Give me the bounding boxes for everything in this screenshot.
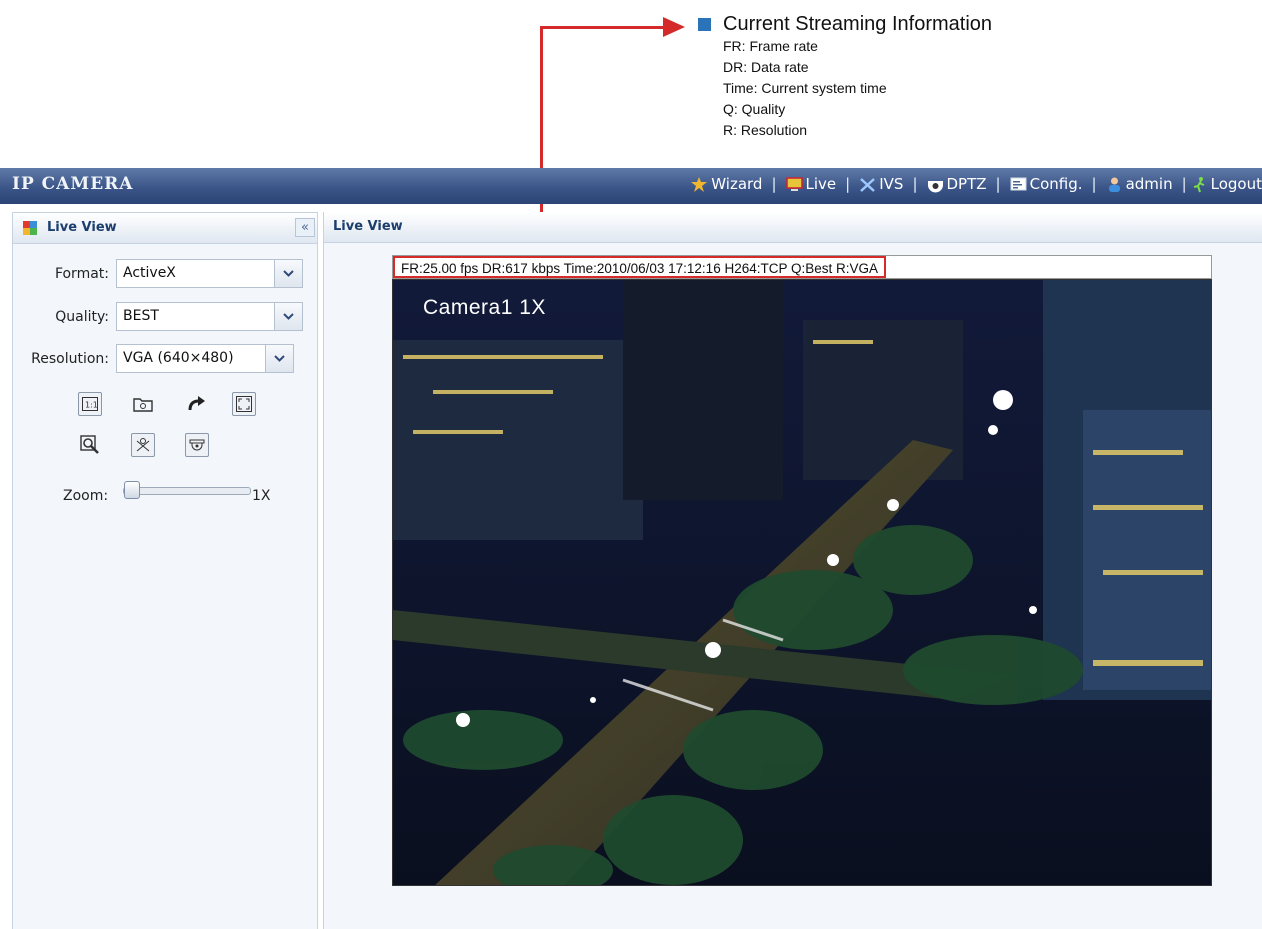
fullscreen-button[interactable] (232, 392, 256, 416)
live-video-view[interactable]: Camera1 1X (392, 279, 1212, 886)
rotate-arrow-icon (188, 396, 205, 411)
annotation-item: Time: Current system time (723, 80, 887, 96)
config-icon (1010, 177, 1027, 190)
format-label: Format: (54, 265, 109, 282)
ivs-icon (860, 177, 876, 192)
nav-admin[interactable]: admin (1106, 175, 1173, 193)
resolution-dropdown-button[interactable] (265, 344, 294, 373)
quality-select[interactable]: BEST (116, 302, 303, 331)
left-panel: Live View « Format: ActiveX Quality: BES… (12, 212, 318, 929)
resolution-value: VGA (640×480) (123, 350, 234, 366)
dptz-icon (927, 180, 943, 192)
format-select[interactable]: ActiveX (116, 259, 303, 288)
main-panel-title: Live View (333, 219, 403, 234)
stream-info-text: FR:25.00 fps DR:617 kbps Time:2010/06/03… (393, 256, 887, 278)
annotation-title: Current Streaming Information (723, 13, 993, 35)
nav-wizard-label: Wizard (711, 175, 763, 193)
nav-separator: | (1181, 175, 1187, 193)
nav-separator: | (995, 175, 1001, 193)
nav-wizard[interactable]: Wizard (691, 175, 762, 193)
nav-dptz-label: DPTZ (946, 175, 987, 193)
nav-config[interactable]: Config. (1010, 175, 1083, 193)
live-view-icon (23, 221, 37, 235)
resolution-select[interactable]: VGA (640×480) (116, 344, 266, 373)
quality-label: Quality: (55, 308, 109, 325)
camera-feed-image (393, 280, 1211, 885)
dome-camera-button[interactable] (185, 433, 209, 457)
wizard-icon (691, 176, 708, 192)
left-panel-header: Live View « (13, 213, 317, 244)
nav-logout[interactable]: Logout (1191, 175, 1262, 193)
main-panel-header: Live View (324, 212, 1262, 243)
format-value: ActiveX (123, 265, 176, 281)
nav-live-label: Live (805, 175, 837, 193)
annotation-item: DR: Data rate (723, 59, 809, 75)
ivs-person-icon (136, 438, 150, 452)
annotation-item: R: Resolution (723, 122, 808, 138)
dome-camera-icon (189, 439, 205, 451)
zoom-value: 1X (252, 488, 271, 504)
fullscreen-icon (236, 396, 252, 412)
logout-icon (1193, 176, 1205, 192)
nav-separator: | (771, 175, 777, 193)
chevron-down-icon[interactable] (274, 303, 302, 330)
magnify-icon (80, 435, 99, 454)
svg-text:1:1: 1:1 (85, 401, 98, 410)
zoom-label: Zoom: (63, 488, 109, 504)
camera-overlay-label: Camera1 1X (423, 296, 546, 319)
top-bar: IP CAMERA Wizard | Live | IVS | DPTZ | C… (0, 168, 1262, 204)
format-row: Format: ActiveX (13, 259, 303, 288)
brand-title: IP CAMERA (12, 174, 134, 194)
zoom-view-button[interactable] (78, 433, 102, 457)
nav-ivs-label: IVS (879, 175, 904, 193)
callout-line-horizontal (540, 26, 665, 29)
zoom-slider-handle[interactable] (124, 481, 140, 499)
nav-config-label: Config. (1029, 175, 1083, 193)
ivs-button[interactable] (131, 433, 155, 457)
nav-ivs[interactable]: IVS (859, 175, 903, 193)
collapse-panel-button[interactable]: « (295, 218, 315, 237)
snapshot-button[interactable] (131, 392, 155, 416)
nav-separator: | (1091, 175, 1097, 193)
nav-logout-label: Logout (1210, 175, 1262, 193)
resolution-label: Resolution: (31, 350, 109, 367)
one-to-one-icon: 1:1 (82, 397, 98, 411)
top-nav: Wizard | Live | IVS | DPTZ | Config. | a… (691, 175, 1262, 193)
annotation-bullet (698, 17, 711, 31)
callout-arrow-icon (663, 17, 685, 37)
nav-dptz[interactable]: DPTZ (927, 175, 987, 193)
annotation-block: Current Streaming Information FR: Frame … (698, 12, 992, 141)
annotation-item: FR: Frame rate (723, 38, 818, 54)
quality-row: Quality: BEST (13, 302, 303, 331)
zoom-slider-track[interactable] (123, 487, 251, 495)
nav-live[interactable]: Live (785, 175, 837, 193)
user-icon (1108, 177, 1120, 192)
chevron-down-icon[interactable] (265, 345, 293, 372)
chevron-down-icon[interactable] (274, 260, 302, 287)
resolution-row: Resolution: VGA (640×480) (13, 344, 294, 373)
nav-separator: | (912, 175, 918, 193)
annotation-item: Q: Quality (723, 101, 786, 117)
camera-folder-icon (133, 398, 153, 412)
live-icon (785, 176, 803, 191)
nav-separator: | (845, 175, 851, 193)
nav-admin-label: admin (1125, 175, 1173, 193)
rotate-button[interactable] (185, 392, 209, 416)
original-size-button[interactable]: 1:1 (78, 392, 102, 416)
quality-value: BEST (123, 308, 159, 324)
left-panel-title: Live View (47, 220, 117, 235)
